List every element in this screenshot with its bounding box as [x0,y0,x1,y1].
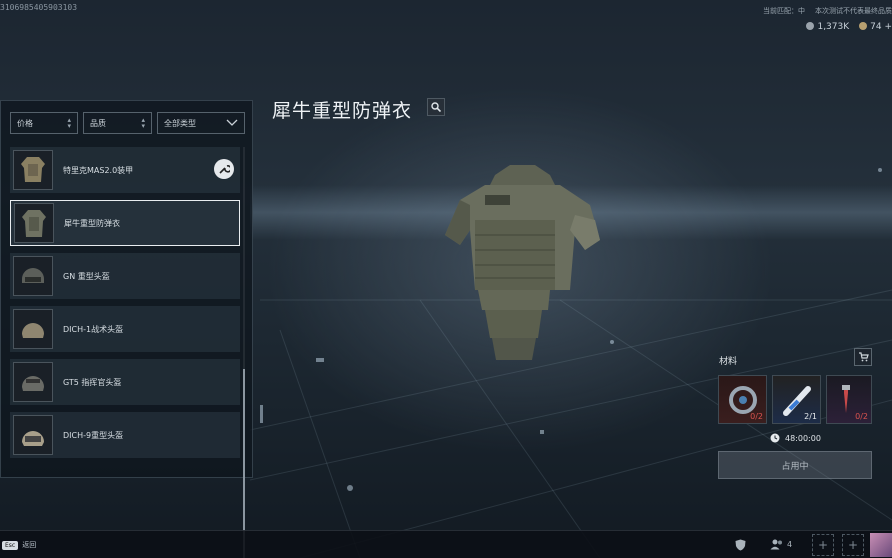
friends-count: 4 [787,540,793,549]
craft-timer: 48:00:00 [770,433,821,443]
add-party-member-button[interactable]: + [842,534,864,556]
list-item-label: 犀牛重型防弹衣 [64,218,120,228]
material-slot[interactable]: 2/1 [772,375,821,424]
gold-coin-icon [859,22,868,30]
chevron-down-icon [226,119,238,126]
material-slot[interactable]: 0/2 [718,375,767,424]
list-item[interactable]: DICH-1战术头盔 [10,306,240,352]
materials-label: 材料 [719,357,738,367]
price-sort-select[interactable]: 价格 ▴ ▾ [10,112,78,134]
list-item[interactable]: DICH-9重型头盔 [10,412,240,458]
material-qty: 2/1 [804,412,817,421]
friends-button[interactable]: 4 [770,539,792,550]
esc-key-badge: Esc [2,540,19,550]
back-button[interactable]: Esc 返回 [2,540,36,550]
plus-icon: + [847,538,859,552]
occupied-button[interactable]: 占用中 [718,451,872,479]
list-item-label: GN 重型头盔 [63,271,110,281]
list-item[interactable]: GT5 指挥官头盔 [10,359,240,405]
match-status-right: 本次测试不代表最终品质 [815,7,892,15]
search-icon [431,102,441,112]
silver-currency-value: 1,373K [817,22,850,32]
type-filter-dropdown[interactable]: 全部类型 [157,112,245,134]
helmet-icon [13,309,53,349]
user-id-label: 3106985405903103 [0,3,78,12]
shield-icon[interactable] [733,538,747,552]
body-armor-model [445,165,600,360]
silver-coin-icon [806,22,815,30]
back-label: 返回 [22,541,37,549]
gold-currency-value: 74 + [870,22,892,32]
buy-materials-button[interactable] [854,348,872,366]
quality-sort-label: 品质 [90,118,106,128]
list-item-label: DICH-9重型头盔 [63,430,124,440]
bottom-bar: Esc 返回 4 + + [0,530,892,558]
currency-display: 1,373K 74 + [806,22,892,32]
list-item-label: 特里克MAS2.0装甲 [63,165,134,175]
helmet-icon [13,415,53,455]
helmet-icon [13,256,53,296]
item-title: 犀牛重型防弹衣 [272,100,413,122]
type-filter-label: 全部类型 [164,118,196,128]
wrench-icon [214,159,234,179]
gold-currency[interactable]: 74 + [859,22,892,32]
filter-bar: 价格 ▴ ▾ 品质 ▴ ▾ 全部类型 [10,112,245,134]
add-party-member-button[interactable]: + [812,534,834,556]
plus-icon: + [817,538,829,552]
material-qty: 0/2 [750,412,763,421]
list-item[interactable]: GN 重型头盔 [10,253,240,299]
match-status-left: 当前匹配：中 [763,7,805,15]
avatar[interactable] [870,533,892,557]
list-item-selected[interactable]: 犀牛重型防弹衣 [10,200,240,246]
armor-icon [14,203,54,243]
silver-currency: 1,373K [806,22,849,32]
list-item[interactable]: 特里克MAS2.0装甲 [10,147,240,193]
material-slot[interactable]: 0/2 [826,375,872,424]
inspect-button[interactable] [427,98,445,116]
armor-icon [13,150,53,190]
material-qty: 0/2 [855,412,868,421]
match-status: 当前匹配：中 本次测试不代表最终品质 [763,6,892,16]
materials-slots: 0/2 2/1 0/2 [718,375,872,424]
list-item-label: DICH-1战术头盔 [63,324,124,334]
helmet-icon [13,362,53,402]
sort-arrows-icon: ▴ ▾ [67,116,71,130]
list-item-label: GT5 指挥官头盔 [63,377,122,387]
craft-timer-value: 48:00:00 [785,433,821,443]
sort-arrows-icon: ▴ ▾ [141,116,145,130]
clock-icon [770,433,780,443]
quality-sort-select[interactable]: 品质 ▴ ▾ [83,112,152,134]
price-sort-label: 价格 [17,118,33,128]
item-list: 特里克MAS2.0装甲 犀牛重型防弹衣 GN 重型头盔 DICH-1战术头盔 G… [10,147,240,465]
item-list-panel: 价格 ▴ ▾ 品质 ▴ ▾ 全部类型 特里克MAS2.0装甲 犀牛重型防弹衣 G… [0,100,253,558]
friends-icon [770,539,782,550]
cart-icon [858,352,869,362]
